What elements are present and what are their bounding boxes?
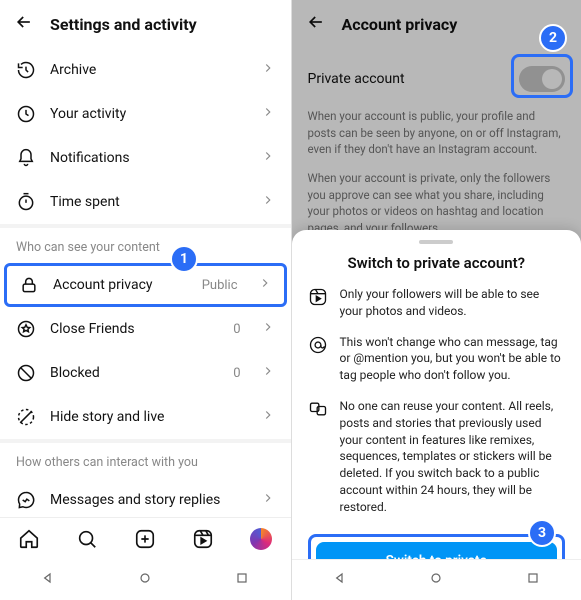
annotation-highlight-2: [511, 54, 573, 98]
back-icon[interactable]: [14, 12, 34, 36]
row-timespent[interactable]: Time spent: [0, 180, 291, 224]
row-label: Your activity: [50, 106, 247, 122]
search-icon[interactable]: [76, 528, 98, 550]
row-label: Archive: [50, 62, 247, 78]
bullet-followers: Only your followers will be able to see …: [308, 286, 566, 320]
row-blocked[interactable]: Blocked 0: [0, 351, 291, 395]
row-label: Account privacy: [53, 277, 188, 293]
chevron-right-icon: [261, 491, 275, 509]
row-notifications[interactable]: Notifications: [0, 136, 291, 180]
privacy-body: Account privacy Private account When you…: [292, 0, 581, 600]
bottom-tabbar: [0, 517, 291, 560]
row-label: Hide story and live: [50, 409, 247, 425]
reels-icon: [308, 287, 328, 307]
chevron-right-icon: [261, 320, 275, 338]
row-label: Close Friends: [50, 321, 219, 337]
android-home-icon[interactable]: [428, 570, 444, 590]
blocked-icon: [16, 363, 36, 383]
home-icon[interactable]: [18, 528, 40, 550]
bell-icon: [16, 148, 36, 168]
row-activity[interactable]: Your activity: [0, 92, 291, 136]
row-label: Notifications: [50, 150, 247, 166]
annotation-badge-1: 1: [170, 245, 198, 273]
bullet-text: No one can reuse your content. All reels…: [340, 398, 566, 516]
profile-avatar[interactable]: [250, 528, 272, 550]
android-back-icon[interactable]: [332, 570, 348, 590]
mention-icon: [308, 335, 328, 355]
row-hide-story[interactable]: Hide story and live: [0, 395, 291, 439]
messenger-icon: [16, 490, 36, 510]
reels-icon[interactable]: [192, 528, 214, 550]
row-label: Blocked: [50, 365, 219, 381]
row-value: 0: [233, 366, 240, 381]
chevron-right-icon: [261, 149, 275, 167]
new-post-icon[interactable]: [134, 528, 156, 550]
chevron-right-icon: [261, 408, 275, 426]
switch-private-sheet: Switch to private account? Only your fol…: [292, 230, 581, 600]
android-recent-icon[interactable]: [525, 570, 541, 590]
bullet-reuse: No one can reuse your content. All reels…: [308, 398, 566, 516]
section-visibility-title: Who can see your content: [0, 224, 291, 263]
row-label: Time spent: [50, 194, 247, 210]
settings-list: Archive Your activity Notifications Time…: [0, 48, 291, 517]
row-value: Public: [202, 278, 238, 293]
remix-icon: [308, 399, 328, 419]
activity-icon: [16, 104, 36, 124]
hide-icon: [16, 407, 36, 427]
row-close-friends[interactable]: Close Friends 0: [0, 307, 291, 351]
sheet-grabber[interactable]: [419, 240, 453, 244]
clock-back-icon: [16, 60, 36, 80]
bullet-mentions: This won't change who can message, tag o…: [308, 334, 566, 384]
section-interact-title: How others can interact with you: [0, 439, 291, 478]
annotation-badge-3: 3: [528, 519, 556, 547]
bullet-text: This won't change who can message, tag o…: [340, 334, 566, 384]
row-label: Messages and story replies: [50, 492, 247, 508]
chevron-right-icon: [261, 61, 275, 79]
android-home-icon[interactable]: [137, 570, 153, 590]
timer-icon: [16, 192, 36, 212]
settings-header: Settings and activity: [0, 0, 291, 48]
annotation-badge-2: 2: [539, 24, 567, 52]
chevron-right-icon: [261, 193, 275, 211]
sheet-title: Switch to private account?: [308, 254, 566, 272]
row-messages[interactable]: Messages and story replies: [0, 478, 291, 517]
settings-title: Settings and activity: [50, 15, 197, 34]
chevron-right-icon: [258, 276, 272, 294]
settings-screen: Settings and activity Archive Your activ…: [0, 0, 291, 600]
android-nav-left: [0, 560, 291, 600]
row-archive[interactable]: Archive: [0, 48, 291, 92]
chevron-right-icon: [261, 364, 275, 382]
row-account-privacy[interactable]: Account privacy Public: [4, 263, 287, 307]
android-recent-icon[interactable]: [234, 570, 250, 590]
row-value: 0: [233, 322, 240, 337]
account-privacy-screen: Account privacy Private account When you…: [291, 0, 581, 600]
android-back-icon[interactable]: [40, 570, 56, 590]
bullet-text: Only your followers will be able to see …: [340, 286, 566, 320]
lock-icon: [19, 275, 39, 295]
chevron-right-icon: [261, 105, 275, 123]
android-nav-right: [292, 559, 581, 600]
star-circle-icon: [16, 319, 36, 339]
